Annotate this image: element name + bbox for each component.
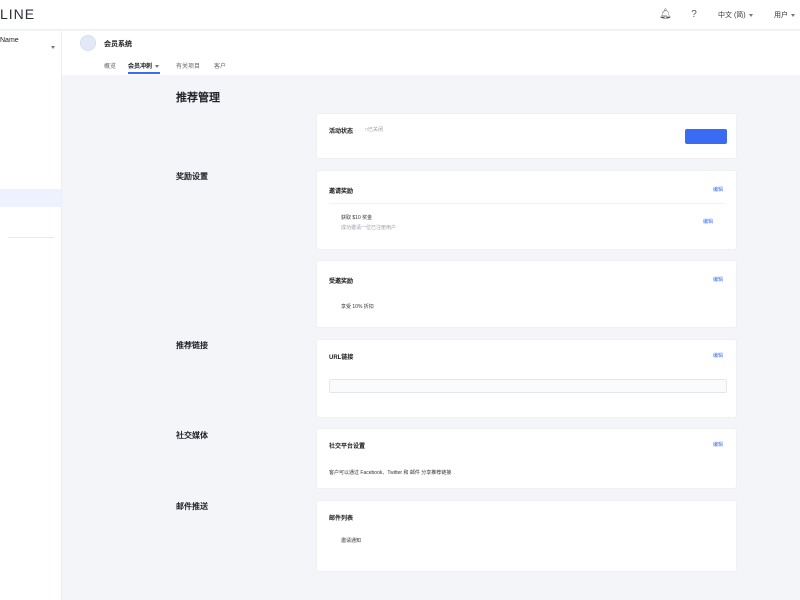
invitee-reward-name: 享受 10% 折扣 — [341, 304, 374, 310]
tab-related-projects[interactable]: 有关项目 — [176, 61, 200, 70]
active-tab-indicator — [128, 72, 160, 74]
avatar — [80, 35, 96, 51]
user-name: 用户 — [774, 12, 788, 19]
sidebar-item-active[interactable] — [0, 189, 61, 207]
inviter-reward-desc: 成功邀请一位已注册用户 — [341, 225, 397, 231]
email-list-title: 邮件列表 — [329, 516, 354, 522]
social-section-title: 社交媒体 — [176, 431, 208, 440]
inviter-reward-name: 获取 $10 奖金 — [341, 215, 373, 221]
edit-link[interactable]: 编辑 — [713, 276, 723, 283]
workspace-name[interactable]: Name — [0, 37, 19, 44]
referral-link-section-title: 推荐链接 — [176, 341, 208, 350]
referral-link-card: URL链接 编辑 — [316, 339, 737, 418]
email-section-title: 邮件推送 — [176, 502, 208, 511]
chevron-down-icon — [791, 13, 795, 17]
app-logo: LINE — [0, 6, 36, 22]
top-bar: LINE 🔔︎ ? 中文 (简) 用户 — [0, 0, 800, 30]
inviter-reward-item: 获取 $10 奖金 成功邀请一位已注册用户 编辑 — [329, 203, 725, 243]
tab-label: 会员冲刺 — [128, 64, 153, 70]
sidebar-divider — [8, 237, 54, 238]
workspace-switch[interactable] — [48, 39, 55, 57]
inviter-reward-title: 邀请奖励 — [329, 189, 354, 195]
email-card: 邮件列表 邀请通知 — [316, 500, 737, 572]
edit-link[interactable]: 编辑 — [713, 352, 723, 359]
social-settings-title: 社交平台设置 — [329, 444, 366, 450]
bell-icon[interactable]: 🔔︎ — [659, 9, 672, 21]
social-share-text: 客户可以通过 Facebook、Twitter 和 邮件 分享推荐链接 — [329, 470, 452, 476]
language-selector[interactable]: 中文 (简) — [718, 10, 753, 20]
system-title: 会员系统 — [104, 41, 132, 48]
tab-overview[interactable]: 概览 — [104, 61, 116, 70]
inviter-reward-card: 邀请奖励 编辑 获取 $10 奖金 成功邀请一位已注册用户 编辑 — [316, 170, 737, 250]
item-edit-link[interactable]: 编辑 — [703, 218, 713, 225]
chevron-down-icon — [155, 64, 160, 68]
invitee-reward-card: 受邀奖励 编辑 享受 10% 折扣 — [316, 260, 737, 328]
chevron-down-icon — [748, 13, 753, 17]
edit-link[interactable]: 编辑 — [713, 441, 723, 448]
tab-customers[interactable]: 客户 — [214, 61, 226, 70]
chevron-down-icon — [51, 46, 55, 50]
rewards-section-title: 奖励设置 — [176, 172, 208, 181]
tab-member-sprint[interactable]: 会员冲刺 — [128, 61, 160, 70]
activate-button[interactable] — [685, 129, 727, 144]
page-header: 会员系统 概览 会员冲刺 有关项目 客户 — [62, 31, 800, 75]
social-card: 社交平台设置 编辑 客户可以通过 Facebook、Twitter 和 邮件 分… — [316, 428, 737, 489]
activation-status-label: 活动状态 — [329, 129, 354, 135]
page-title: 推荐管理 — [176, 92, 220, 104]
referral-url-field[interactable] — [329, 379, 727, 393]
invitee-reward-title: 受邀奖励 — [329, 279, 354, 285]
user-menu[interactable]: 用户 — [774, 10, 795, 20]
sidebar: Name — [0, 31, 62, 600]
language-label: 中文 (简) — [718, 12, 746, 19]
activation-card: 活动状态 □已关闭 — [316, 113, 737, 159]
help-icon[interactable]: ? — [688, 9, 700, 21]
status-badge: □已关闭 — [365, 127, 384, 133]
invite-notice-item: 邀请通知 — [341, 538, 362, 544]
edit-link[interactable]: 编辑 — [713, 186, 723, 193]
url-link-title: URL链接 — [329, 355, 354, 361]
